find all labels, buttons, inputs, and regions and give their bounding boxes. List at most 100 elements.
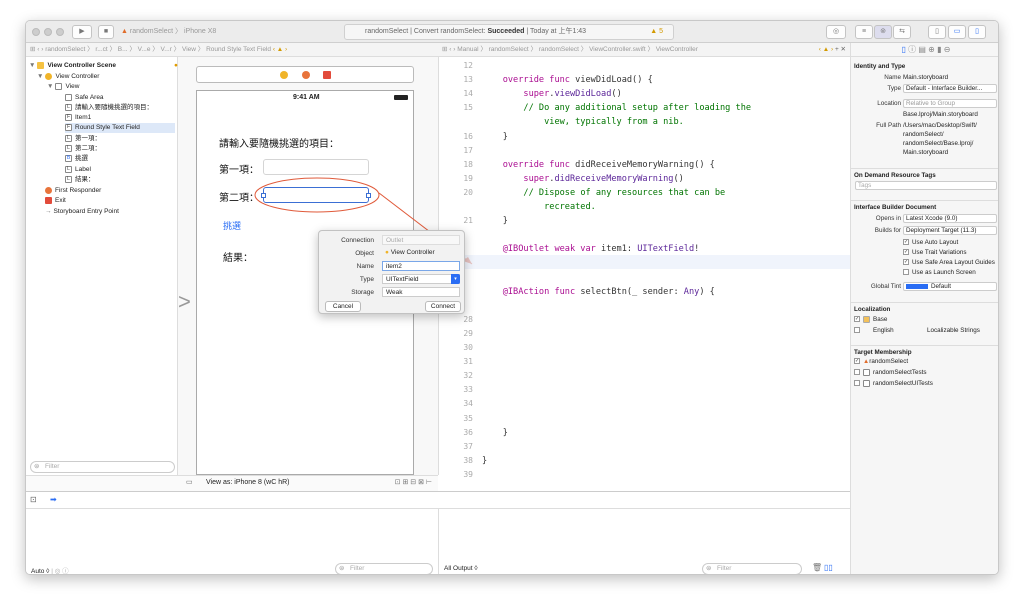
outline-item-label[interactable]: L Label <box>65 165 91 175</box>
minimize-window-button[interactable] <box>44 28 52 36</box>
jump-bar-path-left[interactable]: randomSelect 〉 r...ct 〉 B... 〉 V...e 〉 V… <box>45 46 271 53</box>
library-button[interactable]: ◎ <box>826 25 846 39</box>
location-select[interactable]: Relative to Group <box>903 99 997 108</box>
tags-input[interactable]: Tags <box>855 181 997 190</box>
outline-exit[interactable]: Exit <box>45 196 66 206</box>
toggle-outline-icon[interactable]: ▭ <box>186 476 193 490</box>
code-line[interactable] <box>439 228 851 242</box>
outline-view[interactable]: ▼ View <box>47 82 79 92</box>
close-window-button[interactable] <box>32 28 40 36</box>
code-line[interactable]: 33 <box>439 383 851 397</box>
code-line[interactable]: 30 <box>439 341 851 355</box>
grid-icon[interactable]: ⊞ <box>442 46 447 53</box>
opt-trait[interactable]: ✓ Use Trait Variations <box>851 248 998 258</box>
checkbox-checked-icon[interactable]: ✓ <box>903 249 909 256</box>
breakpoints-icon[interactable]: ➡ <box>50 495 57 504</box>
code-line[interactable]: 32 <box>439 369 851 383</box>
first-responder-icon[interactable] <box>302 71 310 79</box>
zoom-window-button[interactable] <box>56 28 64 36</box>
loc-base[interactable]: ✓ Base <box>851 315 998 325</box>
console-filter-input[interactable]: ⊜ Filter <box>702 563 802 574</box>
outline-item-safe-area[interactable]: Safe Area <box>65 93 104 103</box>
name-input[interactable]: item2 <box>382 261 460 271</box>
target-main[interactable]: ✓ ▲randomSelect <box>851 357 998 367</box>
code-line[interactable]: 35 <box>439 412 851 426</box>
assistant-code-editor[interactable]: 12 13 override func viewDidLoad() {14 sup… <box>438 57 851 479</box>
view-controller-icon[interactable] <box>280 71 288 79</box>
outline-item-first-label[interactable]: L 第一項： <box>65 134 101 144</box>
file-inspector-tab-icon[interactable]: ▯ <box>902 45 906 54</box>
opensin-select[interactable]: Latest Xcode (9.0) <box>903 214 997 223</box>
resize-handle-left[interactable] <box>261 193 266 198</box>
checkbox-unchecked-icon[interactable] <box>903 269 909 276</box>
item1-text-field[interactable] <box>263 159 369 175</box>
loc-english[interactable]: English Localizable Strings <box>851 326 998 336</box>
standard-editor-button[interactable]: ≡ <box>855 25 873 39</box>
jump-bar-right[interactable]: ⊞ ‹ › Manual 〉 randomSelect 〉 randomSele… <box>438 43 850 57</box>
checkbox-unchecked-icon[interactable] <box>854 380 860 387</box>
code-line[interactable]: 19 super.didReceiveMemoryWarning() <box>439 172 851 186</box>
code-line[interactable]: 13 override func viewDidLoad() { <box>439 73 851 87</box>
code-line[interactable]: 15 // Do any additional setup after load… <box>439 101 851 115</box>
version-editor-button[interactable]: ⇆ <box>893 25 911 39</box>
code-line[interactable]: @IBOutlet weak var item1: UITextField! <box>439 242 851 256</box>
auto-select[interactable]: Auto ◊ | ◎ ⓘ <box>31 565 69 574</box>
jump-bar-path-right[interactable]: Manual 〉 randomSelect 〉 randomSelect 〉 V… <box>457 46 698 53</box>
checkbox-unchecked-icon[interactable] <box>854 369 860 376</box>
checkbox-checked-icon[interactable]: ✓ <box>903 259 909 266</box>
code-line[interactable] <box>439 271 851 285</box>
jump-bar-left[interactable]: ⊞ ‹ › randomSelect 〉 r...ct 〉 B... 〉 V..… <box>26 43 438 57</box>
variables-filter-input[interactable]: ⊜ Filter <box>335 563 433 574</box>
target-uitests[interactable]: randomSelectUITests <box>851 379 998 389</box>
view-as-button[interactable]: View as: iPhone 8 (wC hR) <box>206 476 290 490</box>
code-line[interactable]: 14 super.viewDidLoad() <box>439 87 851 101</box>
buildsfor-select[interactable]: Deployment Target (11.3) <box>903 226 997 235</box>
split-console-icon[interactable]: ▯▯ <box>824 563 833 572</box>
outline-item-prompt-label[interactable]: L 請輸入要隨機挑選的項目： <box>65 103 153 113</box>
toggle-inspector-button[interactable]: ▯ <box>968 25 986 39</box>
code-line[interactable]: 17 <box>439 144 851 158</box>
globaltint-select[interactable]: Default <box>903 282 997 291</box>
outline-item-item1[interactable]: F Item1 <box>65 113 91 123</box>
checkbox-checked-icon[interactable]: ✓ <box>854 358 860 365</box>
exit-icon[interactable] <box>323 71 331 79</box>
code-line[interactable]: 16 } <box>439 130 851 144</box>
opt-autolayout[interactable]: ✓ Use Auto Layout <box>851 238 998 248</box>
toggle-navigator-button[interactable]: ▯ <box>928 25 946 39</box>
trash-icon[interactable]: 🗑 <box>812 563 822 572</box>
editor-controls[interactable]: ‹ ▲ › + ✕ <box>819 43 846 56</box>
outline-item-round-style-text-field[interactable]: F Round Style Text Field <box>65 123 175 133</box>
connect-button[interactable]: Connect <box>425 301 461 312</box>
outline-filter-input[interactable]: ⊜ Filter <box>30 461 175 473</box>
outline-entry-point[interactable]: → Storyboard Entry Point <box>45 207 119 217</box>
checkbox-unchecked-icon[interactable] <box>854 327 860 334</box>
code-line[interactable]: 37 <box>439 440 851 454</box>
code-line[interactable]: 12 <box>439 59 851 73</box>
item2-text-field[interactable] <box>261 187 371 203</box>
run-button[interactable]: ▶ <box>72 25 92 39</box>
opt-safearea[interactable]: ✓ Use Safe Area Layout Guides <box>851 258 998 268</box>
outline-first-responder[interactable]: First Responder <box>45 186 101 196</box>
outline-item-second-label[interactable]: L 第二項： <box>65 144 101 154</box>
assistant-editor-button[interactable]: ⊚ <box>874 25 892 39</box>
outline-item-result-label[interactable]: L 結果： <box>65 175 95 185</box>
code-line[interactable]: 34 <box>439 397 851 411</box>
toggle-debug-button[interactable]: ▭ <box>948 25 966 39</box>
layout-tools-icon[interactable]: ⊡ ⊞ ⊟ ⊠ ⊢ <box>395 476 432 490</box>
target-tests[interactable]: randomSelectTests <box>851 368 998 378</box>
grid-icon[interactable]: ⊞ <box>30 46 35 53</box>
code-line[interactable]: 31 <box>439 355 851 369</box>
storage-select[interactable]: Weak <box>382 287 460 297</box>
opt-launch[interactable]: Use as Launch Screen <box>851 268 998 278</box>
code-line[interactable]: 39 <box>439 468 851 482</box>
hide-debug-icon[interactable]: ⊡ <box>30 495 37 504</box>
pick-button[interactable]: 挑選 <box>223 219 241 232</box>
info-icon[interactable]: | ◎ ⓘ <box>51 568 68 574</box>
code-area[interactable]: 12 13 override func viewDidLoad() {14 sup… <box>439 57 851 479</box>
code-line[interactable]: 18 override func didReceiveMemoryWarning… <box>439 158 851 172</box>
type-combobox[interactable]: UITextField ▾ <box>382 274 460 284</box>
code-line[interactable] <box>439 256 851 270</box>
resize-handle-right[interactable] <box>366 193 371 198</box>
cancel-button[interactable]: Cancel <box>325 301 361 312</box>
code-line[interactable]: 28 <box>439 313 851 327</box>
